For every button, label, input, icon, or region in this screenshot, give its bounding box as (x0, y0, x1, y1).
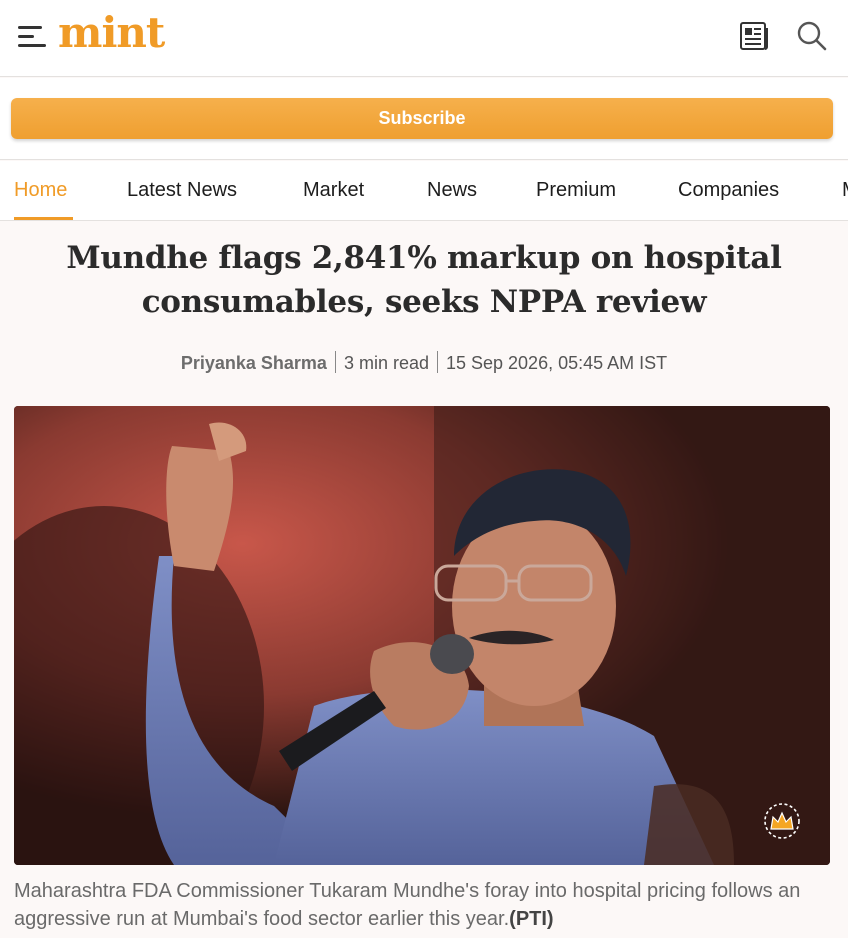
headline-line-2: consumables, seeks NPPA review (141, 284, 707, 320)
nav-item-market[interactable]: Market (303, 179, 364, 202)
headline-line-1: Mundhe flags 2,841% markup on hospital (66, 240, 782, 276)
hamburger-menu-icon[interactable] (18, 24, 46, 48)
read-time: 3 min read (343, 353, 429, 373)
nav-item-premium[interactable]: Premium (536, 179, 616, 202)
crown-icon[interactable] (762, 801, 802, 841)
active-tab-indicator (14, 217, 73, 220)
caption-text: Maharashtra FDA Commissioner Tukaram Mun… (14, 880, 801, 930)
section-nav: Home Latest News Market News Premium Com… (0, 161, 848, 221)
byline-divider (436, 351, 438, 374)
image-caption: Maharashtra FDA Commissioner Tukaram Mun… (14, 877, 834, 933)
photo-credit: (PTI) (509, 908, 554, 930)
byline-divider (334, 351, 336, 374)
nav-item-latest-news[interactable]: Latest News (127, 179, 237, 202)
nav-item-home[interactable]: Home (14, 179, 67, 202)
nav-item-news[interactable]: News (427, 179, 477, 202)
newspaper-icon[interactable] (738, 20, 770, 52)
article-byline: Priyanka Sharma 3 min read 15 Sep 2026, 05… (0, 351, 848, 375)
top-bar: mint (0, 0, 848, 77)
subscribe-bar: Subscribe (0, 78, 848, 160)
mint-logo[interactable]: mint (58, 8, 165, 57)
article-lead-image (14, 406, 830, 865)
author-name[interactable]: Priyanka Sharma (181, 353, 327, 373)
publish-date: 15 Sep 2026, 05:45 AM IST (445, 353, 668, 373)
search-icon[interactable] (796, 20, 828, 52)
nav-item-companies[interactable]: Companies (678, 179, 779, 202)
article-headline: Mundhe flags 2,841% markup on hospital c… (40, 236, 808, 324)
lead-image-illustration (14, 406, 830, 865)
nav-item-overflow[interactable]: M (842, 179, 848, 202)
subscribe-button[interactable]: Subscribe (11, 98, 833, 139)
